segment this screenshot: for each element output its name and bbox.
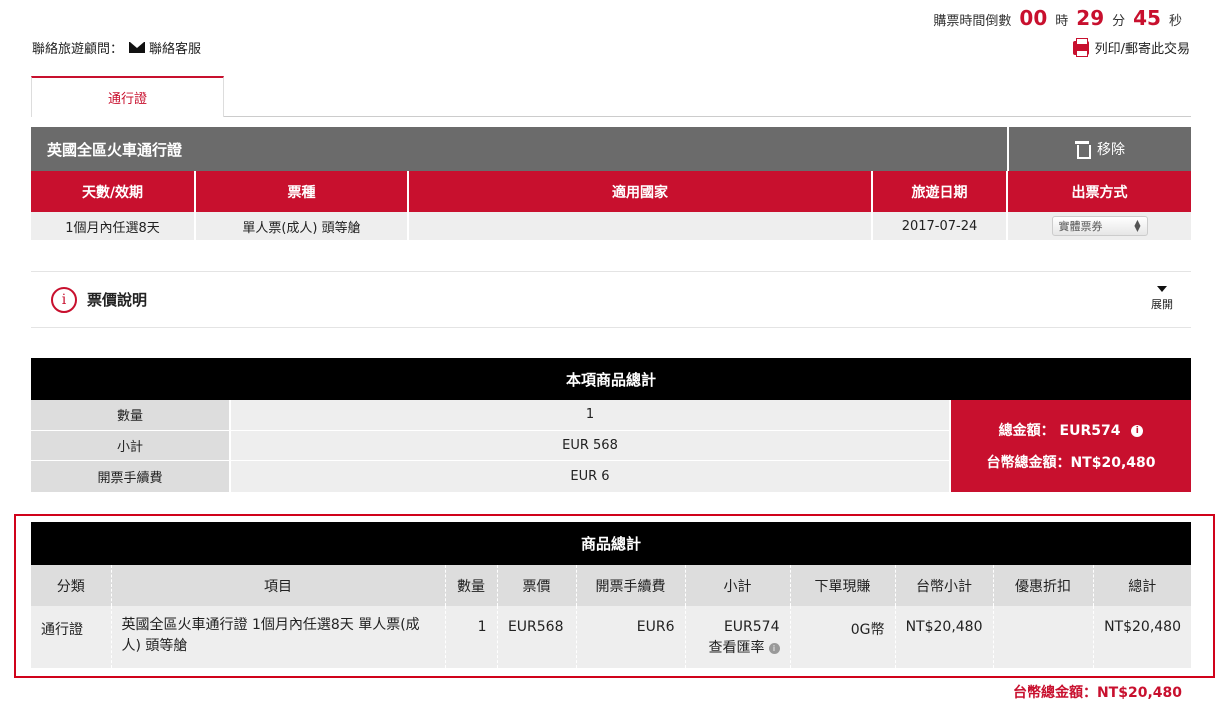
countdown-hours: 00 <box>1019 6 1048 30</box>
trash-icon <box>1075 141 1091 159</box>
info-icon: i <box>51 286 77 313</box>
product-title: 英國全區火車通行證 <box>47 140 183 159</box>
cell-ticket-type: 單人票(成人) 頭等艙 <box>195 212 409 240</box>
total-amount: 總金額： EUR574 i <box>999 420 1144 440</box>
total-label: 總金額： <box>998 423 1055 439</box>
cell-delivery: 實體票券 ▲ ▼ <box>1007 212 1191 240</box>
col-category: 分類 <box>31 565 112 606</box>
fare-note-section: i 票價說明 展開 <box>31 271 1191 328</box>
cell-travel-date: 2017-07-24 <box>872 212 1008 240</box>
col-discount: 優惠折扣 <box>993 565 1094 606</box>
countdown-minutes-unit: 分 <box>1112 14 1126 29</box>
footer-twd-total: 台幣總金額：NT$20,480 <box>1012 685 1182 701</box>
pass-table: 天數/效期 票種 適用國家 旅遊日期 出票方式 1個月內任選8天 單人票(成人)… <box>31 171 1191 240</box>
col-price: 票價 <box>497 565 577 606</box>
cell-fee: EUR6 <box>576 606 686 668</box>
col-delivery: 出票方式 <box>1007 171 1191 212</box>
rate-link-label: 查看匯率 <box>708 640 765 656</box>
info-icon[interactable]: i <box>1131 425 1144 437</box>
select-arrows-icon: ▲ ▼ <box>1134 218 1141 233</box>
countdown-hours-unit: 時 <box>1055 14 1069 29</box>
row-label: 數量 <box>31 400 231 430</box>
cell-subtotal: EUR574 查看匯率 i <box>685 606 791 668</box>
col-twd-subtotal: 台幣小計 <box>895 565 994 606</box>
countdown-seconds-unit: 秒 <box>1168 14 1182 29</box>
cell-duration: 1個月內任選8天 <box>31 212 196 240</box>
col-item: 項目 <box>111 565 446 606</box>
exchange-rate-link[interactable]: 查看匯率 i <box>686 637 780 657</box>
product-header: 英國全區火車通行證 移除 <box>31 127 1191 171</box>
subtotal-value: EUR574 <box>723 619 780 635</box>
contact-label: 聯絡旅遊顧問： <box>32 42 124 57</box>
contact-service-link[interactable]: 聯絡客服 <box>149 38 201 57</box>
twd-total-amount: 台幣總金額：NT$20,480 <box>986 452 1155 472</box>
col-cashback: 下單現賺 <box>790 565 896 606</box>
row-label: 小計 <box>31 430 231 461</box>
triangle-down-icon <box>1157 286 1167 292</box>
col-total: 總計 <box>1093 565 1191 606</box>
row-value: 1 <box>231 400 951 430</box>
cell-discount <box>993 606 1094 668</box>
expand-button[interactable]: 展開 <box>1151 286 1173 312</box>
item-total-title: 本項商品總計 <box>31 358 1191 400</box>
cell-category: 通行證 <box>31 606 112 668</box>
cell-countries <box>408 212 873 240</box>
cell-twd-subtotal: NT$20,480 <box>895 606 994 668</box>
cell-total: NT$20,480 <box>1093 606 1191 668</box>
row-value: EUR 568 <box>231 430 951 461</box>
col-ticket-type: 票種 <box>195 171 409 212</box>
item-total-section: 本項商品總計 數量 1 小計 EUR 568 開票手續費 EUR 6 總金額： … <box>31 358 1191 492</box>
total-value: EUR574 <box>1059 423 1121 439</box>
cell-cashback: 0G幣 <box>790 606 896 668</box>
twd-value: NT$20,480 <box>1070 455 1156 471</box>
remove-button[interactable]: 移除 <box>1007 127 1191 171</box>
countdown-minutes: 29 <box>1076 6 1105 30</box>
countdown-label: 購票時間倒數 <box>933 14 1012 29</box>
mail-icon[interactable] <box>129 42 146 53</box>
fare-note-label: 票價說明 <box>87 291 148 309</box>
grand-total-table: 分類 項目 數量 票價 開票手續費 小計 下單現賺 台幣小計 優惠折扣 總計 通… <box>31 565 1191 668</box>
tab-pass[interactable]: 通行證 <box>31 76 224 117</box>
product-tabs: 通行證 <box>31 76 1191 117</box>
grand-total-title: 商品總計 <box>31 522 1191 565</box>
info-icon[interactable]: i <box>768 642 780 654</box>
item-total-summary: 總金額： EUR574 i 台幣總金額：NT$20,480 <box>951 400 1191 492</box>
row-label: 開票手續費 <box>31 461 231 492</box>
cell-item: 英國全區火車通行證 1個月內任選8天 單人票(成人) 頭等艙 <box>111 606 446 668</box>
col-duration: 天數/效期 <box>31 171 196 212</box>
printer-icon[interactable] <box>1072 37 1089 57</box>
table-row: 通行證 英國全區火車通行證 1個月內任選8天 單人票(成人) 頭等艙 1 EUR… <box>31 606 1191 668</box>
delivery-selected: 實體票券 <box>1058 220 1103 233</box>
print-label[interactable]: 列印/郵寄此交易 <box>1095 38 1190 57</box>
col-countries: 適用國家 <box>408 171 873 212</box>
cell-qty: 1 <box>445 606 498 668</box>
purchase-countdown: 購票時間倒數 00 時 29 分 45 秒 <box>933 6 1182 30</box>
row-value: EUR 6 <box>231 461 951 492</box>
remove-label: 移除 <box>1097 142 1125 158</box>
col-qty: 數量 <box>445 565 498 606</box>
item-total-row: 數量 1 <box>31 400 951 431</box>
print-email-link[interactable]: 列印/郵寄此交易 <box>1072 37 1190 57</box>
countdown-seconds: 45 <box>1133 6 1161 30</box>
table-row: 1個月內任選8天 單人票(成人) 頭等艙 2017-07-24 實體票券 ▲ ▼ <box>31 212 1191 240</box>
item-total-row: 小計 EUR 568 <box>31 430 951 462</box>
item-total-row: 開票手續費 EUR 6 <box>31 461 951 492</box>
col-fee: 開票手續費 <box>576 565 686 606</box>
expand-label: 展開 <box>1151 298 1173 311</box>
col-subtotal: 小計 <box>685 565 791 606</box>
twd-label: 台幣總金額： <box>986 455 1071 471</box>
cell-price: EUR568 <box>497 606 577 668</box>
contact-advisor: 聯絡旅遊顧問： 聯絡客服 <box>32 38 201 57</box>
col-travel-date: 旅遊日期 <box>872 171 1008 212</box>
product-card: 英國全區火車通行證 移除 天數/效期 票種 適用國家 旅遊日期 出票方式 1個月… <box>31 127 1191 240</box>
delivery-select[interactable]: 實體票券 ▲ ▼ <box>1051 216 1148 236</box>
grand-total-section: 商品總計 分類 項目 數量 票價 開票手續費 小計 下單現賺 台幣小計 優惠折扣… <box>31 522 1191 668</box>
